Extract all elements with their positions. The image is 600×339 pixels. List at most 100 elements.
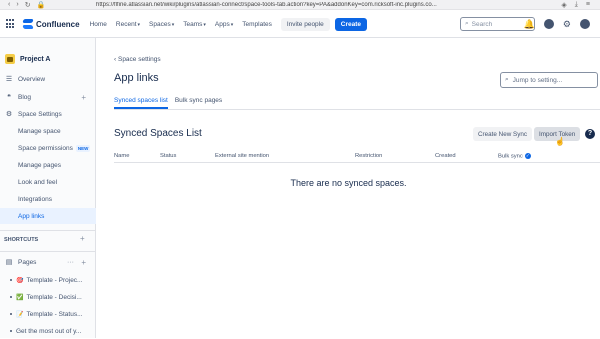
app-switcher-icon[interactable] xyxy=(6,19,16,29)
nav-home[interactable]: Home xyxy=(90,21,107,28)
back-icon[interactable]: ‹ xyxy=(8,1,10,9)
tab-bulk-sync-pages[interactable]: Bulk sync pages xyxy=(175,97,222,109)
jump-to-setting-input[interactable]: ⌕ Jump to setting... xyxy=(500,72,598,88)
sidebar-item-blog[interactable]: ❝ Blog + xyxy=(0,89,96,105)
page-tree-item[interactable]: Get the most out of y... xyxy=(0,323,96,339)
nav-spaces[interactable]: Spaces▾ xyxy=(149,21,174,28)
check-circle-icon: ✓ xyxy=(524,153,531,159)
help-icon[interactable]: ? xyxy=(543,19,554,29)
main-content: ‹ Space settings App links ⌕ Jump to set… xyxy=(97,38,600,338)
nav-templates[interactable]: Templates xyxy=(242,21,272,28)
search-icon: ⌕ xyxy=(465,20,469,27)
page-title: Template - Decisi... xyxy=(26,293,82,301)
pages-icon: ▤ xyxy=(5,259,13,266)
notifications-icon[interactable]: 🔔 xyxy=(524,19,535,29)
page-title: Template - Projec... xyxy=(26,276,83,284)
sidebar-item-label: Overview xyxy=(18,75,46,83)
bullet-icon xyxy=(10,313,12,315)
breadcrumb[interactable]: ‹ Space settings xyxy=(114,56,161,63)
search-icon: ⌕ xyxy=(505,76,509,83)
more-options-icon[interactable]: ··· xyxy=(67,259,74,266)
sidebar-divider xyxy=(0,230,96,231)
page-title: App links xyxy=(114,72,159,84)
browser-nav: ‹ › ↻ 🔒 xyxy=(0,1,96,9)
sidebar-item-look-and-feel[interactable]: Look and feel xyxy=(0,174,96,190)
nav-recent-label: Recent xyxy=(115,20,137,28)
chevron-down-icon: ▾ xyxy=(230,21,234,28)
sidebar-divider xyxy=(0,251,96,252)
sidebar-item-overview[interactable]: ☰ Overview xyxy=(0,71,96,87)
jump-placeholder: Jump to setting... xyxy=(512,76,563,84)
bullet-icon xyxy=(10,279,12,281)
sidebar-item-manage-pages[interactable]: Manage pages xyxy=(0,157,96,173)
shield-icon[interactable]: ◈ xyxy=(561,1,566,9)
overview-icon: ☰ xyxy=(5,76,13,83)
lock-icon: 🔒 xyxy=(36,1,46,9)
sidebar-item-space-permissions[interactable]: Space permissions NEW xyxy=(0,140,96,156)
mouse-pointer-icon: ☝ xyxy=(555,137,565,146)
sidebar-item-app-links[interactable]: App links xyxy=(0,208,96,224)
sidebar-item-integrations[interactable]: Integrations xyxy=(0,191,96,207)
section-title: Synced Spaces List xyxy=(114,128,202,139)
nav-apps-label: Apps xyxy=(214,20,230,28)
breadcrumb-label: Space settings xyxy=(117,56,161,63)
download-icon[interactable]: ⤓ xyxy=(575,1,578,9)
help-icon[interactable]: ? xyxy=(585,129,595,139)
page-title: Template - Status... xyxy=(26,310,83,318)
empty-state-message: There are no synced spaces. xyxy=(290,178,407,188)
add-blog-icon[interactable]: + xyxy=(81,93,86,102)
create-new-sync-button[interactable]: Create New Sync xyxy=(473,127,532,141)
table-header: Name Status External site mention Restri… xyxy=(114,153,600,163)
nav-spaces-label: Spaces xyxy=(149,20,171,28)
gear-icon: ⚙ xyxy=(5,111,13,118)
bulk-sync-label: Bulk sync xyxy=(498,153,523,160)
page-tree-item[interactable]: ✅ Template - Decisi... xyxy=(0,289,96,305)
confluence-logo-icon xyxy=(23,19,33,29)
add-shortcut-icon[interactable]: + xyxy=(80,234,85,243)
column-header-bulk-sync: Bulk sync ✓ xyxy=(498,153,531,160)
tab-synced-spaces-list[interactable]: Synced spaces list xyxy=(114,97,168,109)
browser-toolbar: ‹ › ↻ 🔒 https://flfine.atlassian.net/wik… xyxy=(0,0,600,10)
quote-icon: ❝ xyxy=(7,94,11,101)
chevron-left-icon: ‹ xyxy=(114,56,117,63)
column-header-status: Status xyxy=(160,153,177,159)
page-tree-item[interactable]: 🎯 Template - Projec... xyxy=(0,272,96,288)
sidebar-item-pages[interactable]: ▤ Pages ··· + xyxy=(0,254,96,270)
page-tree-item[interactable]: 📝 Template - Status... xyxy=(0,306,96,322)
reload-icon[interactable]: ↻ xyxy=(25,1,31,9)
logo-text: Confluence xyxy=(36,19,80,29)
invite-people-button[interactable]: Invite people xyxy=(280,17,330,31)
chevron-down-icon: ▾ xyxy=(171,21,175,28)
avatar[interactable] xyxy=(580,19,590,29)
nav-apps[interactable]: Apps▾ xyxy=(215,21,233,28)
page-emoji-icon: 📝 xyxy=(16,311,24,318)
forward-icon[interactable]: › xyxy=(16,1,18,9)
nav-teams-label: Teams xyxy=(183,20,203,28)
sidebar-item-space-settings[interactable]: ⚙ Space Settings xyxy=(0,106,96,122)
space-name: Project A xyxy=(20,55,51,63)
menu-icon[interactable]: ≡ xyxy=(586,1,590,9)
nav-teams[interactable]: Teams▾ xyxy=(183,21,206,28)
space-header[interactable]: Project A xyxy=(0,38,95,68)
nav-recent[interactable]: Recent▾ xyxy=(116,21,140,28)
column-header-created: Created xyxy=(435,153,456,159)
settings-gear-icon[interactable]: ⚙ xyxy=(563,19,571,29)
create-button[interactable]: Create xyxy=(334,17,367,31)
address-bar[interactable]: https://flfine.atlassian.net/wiki/plugin… xyxy=(96,2,561,8)
sidebar-item-manage-space[interactable]: Manage space xyxy=(0,123,96,139)
search-placeholder: Search xyxy=(471,20,493,28)
space-avatar-icon xyxy=(5,54,15,64)
tab-bar: Synced spaces list Bulk sync pages xyxy=(114,97,222,109)
chevron-down-icon: ▾ xyxy=(203,21,206,28)
sidebar-item-label: Blog xyxy=(18,93,32,101)
page-emoji-icon: 🎯 xyxy=(16,277,24,284)
confluence-logo[interactable]: Confluence xyxy=(23,19,80,29)
add-page-icon[interactable]: + xyxy=(81,258,86,267)
column-header-external-site-mention: External site mention xyxy=(215,153,270,159)
top-navigation: Confluence Home Recent▾ Spaces▾ Teams▾ A… xyxy=(0,11,600,38)
page-emoji-icon: ✅ xyxy=(16,294,24,301)
shortcuts-heading: SHORTCUTS xyxy=(4,237,39,243)
page-title: Get the most out of y... xyxy=(16,327,82,335)
sidebar-item-label: Pages xyxy=(18,258,37,266)
column-header-name: Name xyxy=(114,153,130,159)
